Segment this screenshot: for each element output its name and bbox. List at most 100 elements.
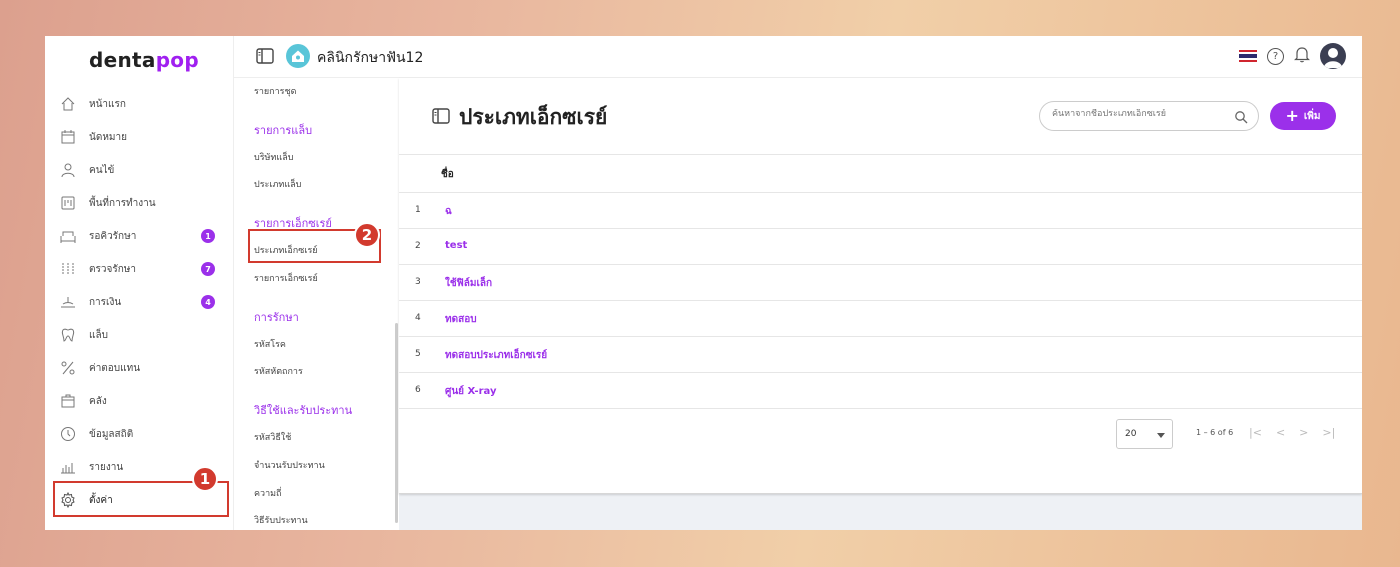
table-row[interactable]: 3 ใช้ฟิล์มเล็ก [399,265,1362,301]
next-page-icon[interactable]: > [1299,426,1308,439]
submenu-item[interactable]: จำนวนรับประทาน [254,458,325,472]
sidebar-item-finance[interactable]: การเงิน 4 [59,289,229,315]
top-bar: คลินิกรักษาฟัน12 ? [234,36,1362,78]
stats-icon [59,425,77,443]
table-row[interactable]: 5 ทดสอบประเภทเอ็กซเรย์ [399,337,1362,373]
step-marker-2: 2 [354,222,380,248]
toggle-sidebar-icon[interactable] [256,48,274,68]
row-number: 6 [415,385,421,395]
submenu-item[interactable]: บริษัทแล็บ [254,150,293,164]
percent-icon [59,359,77,377]
column-header-name[interactable]: ชื่อ [441,167,454,182]
submenu-item[interactable]: รหัสโรค [254,337,286,351]
row-name-link[interactable]: ใช้ฟิล์มเล็ก [445,276,492,291]
sidebar-item-workspace[interactable]: พื้นที่การทำงาน [59,190,229,216]
submenu-scrollbar[interactable] [395,323,398,523]
sidebar-item-lab[interactable]: แล็บ [59,322,229,348]
money-icon [59,293,77,311]
clinic-name[interactable]: คลินิกรักษาฟัน12 [317,47,423,69]
row-number: 5 [415,349,421,359]
row-number: 3 [415,277,421,287]
avatar[interactable] [1320,43,1346,69]
sidebar-item-label: การเงิน [89,296,122,308]
clinic-icon [286,44,310,68]
sidebar-item-label: หน้าแรก [89,98,126,110]
report-icon [59,458,77,476]
workspace-icon [59,194,77,212]
sidebar-item-appointments[interactable]: นัดหมาย [59,124,229,150]
sidebar-item-patients[interactable]: คนไข้ [59,157,229,183]
panel-icon [432,108,450,128]
table-row[interactable]: 4 ทดสอบ [399,301,1362,337]
submenu-item[interactable]: รหัสวิธีใช้ [254,430,291,444]
tools-icon [59,260,77,278]
page-size-value: 20 [1125,429,1137,439]
page-range: 1 – 6 of 6 [1196,428,1234,437]
home-icon [59,95,77,113]
add-button-label: เพิ่ม [1303,110,1321,122]
sidebar-item-queue[interactable]: รอคิวรักษา 1 [59,223,229,249]
sidebar-item-label: รายงาน [89,461,124,473]
caret-down-icon [1157,433,1165,438]
help-icon[interactable]: ? [1267,47,1284,65]
logo-text-1: denta [89,48,156,72]
search-input[interactable] [1052,109,1232,119]
row-number: 4 [415,313,421,323]
row-name-link[interactable]: ฉ [445,204,452,219]
page-title: ประเภทเอ็กซเรย์ [459,105,608,129]
sidebar-item-compensation[interactable]: ค่าตอบแทน [59,355,229,381]
row-name-link[interactable]: ทดสอบ [445,312,477,327]
submenu-item[interactable]: ประเภทแล็บ [254,177,301,191]
sidebar-item-treatment[interactable]: ตรวจรักษา 7 [59,256,229,282]
treatment-badge: 7 [201,262,215,276]
first-page-icon[interactable]: |< [1249,426,1262,439]
sidebar-item-label: คนไข้ [89,164,115,176]
sidebar-item-label: นัดหมาย [89,131,127,143]
submenu-group-title: วิธีใช้และรับประทาน [254,404,353,417]
sidebar-item-inventory[interactable]: คลัง [59,388,229,414]
prev-page-icon[interactable]: < [1276,426,1285,439]
content-card: ประเภทเอ็กซเรย์ + เพิ่ม ชื่อ 1 ฉ 2 test 3… [399,78,1362,494]
tooth-icon [59,326,77,344]
table-row[interactable]: 2 test [399,229,1362,265]
box-icon [59,392,77,410]
submenu-item[interactable]: รายการชุด [254,84,296,98]
sidebar: dentapop หน้าแรก นัดหมาย คนไข้ พื้นที่กา… [45,36,234,530]
submenu-item[interactable]: รหัสหัตถการ [254,364,303,378]
logo[interactable]: dentapop [89,48,199,72]
bell-icon[interactable] [1294,45,1310,67]
page-size-select[interactable]: 20 [1116,419,1173,449]
top-bar-actions: ? [1239,43,1346,69]
table-row[interactable]: 6 ศูนย์ X-ray [399,373,1362,409]
row-number: 2 [415,241,421,251]
row-name-link[interactable]: ทดสอบประเภทเอ็กซเรย์ [445,348,547,363]
sidebar-item-label: คลัง [89,395,107,407]
search-icon[interactable] [1234,109,1248,128]
row-name-link[interactable]: test [445,240,467,251]
finance-badge: 4 [201,295,215,309]
user-icon [59,161,77,179]
plus-icon: + [1285,106,1299,125]
submenu-group-title: รายการแล็บ [254,124,313,137]
pagination: 20 1 – 6 of 6 |< < > >| [1116,419,1352,449]
search-box[interactable] [1039,101,1259,131]
main-content: ประเภทเอ็กซเรย์ + เพิ่ม ชื่อ 1 ฉ 2 test 3… [399,78,1362,530]
sidebar-item-statistics[interactable]: ข้อมูลสถิติ [59,421,229,447]
sidebar-item-label: พื้นที่การทำงาน [89,197,156,209]
thai-flag-icon[interactable] [1239,50,1257,62]
submenu-group-title: การรักษา [254,311,299,324]
sidebar-item-label: รอคิวรักษา [89,230,137,242]
logo-text-2: pop [155,48,199,72]
sidebar-item-label: แล็บ [89,329,108,341]
sidebar-item-home[interactable]: หน้าแรก [59,91,229,117]
submenu-item[interactable]: ความถี่ [254,486,282,500]
sidebar-item-label: ตรวจรักษา [89,263,136,275]
page-buttons: |< < > >| [1249,426,1335,439]
submenu-item[interactable]: รายการเอ็กซเรย์ [254,271,318,285]
calendar-icon [59,128,77,146]
table-row[interactable]: 1 ฉ [399,193,1362,229]
submenu-item[interactable]: วิธีรับประทาน [254,513,308,527]
last-page-icon[interactable]: >| [1322,426,1335,439]
add-button[interactable]: + เพิ่ม [1270,102,1336,130]
row-name-link[interactable]: ศูนย์ X-ray [445,384,496,399]
